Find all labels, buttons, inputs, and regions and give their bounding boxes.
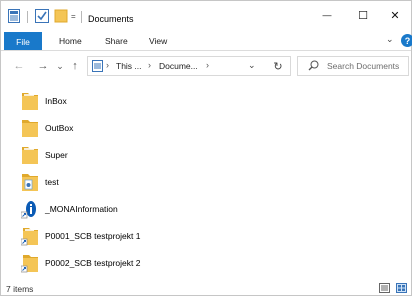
tab-file[interactable]: File xyxy=(4,32,42,51)
list-item-test[interactable]: test xyxy=(21,170,141,194)
maximize-button[interactable]: ☐ xyxy=(345,1,381,29)
ribbon-tabs: File Home Share View xyxy=(1,32,411,51)
status-item-count: 7 items xyxy=(6,284,34,294)
large-icons-view-icon[interactable] xyxy=(396,283,407,295)
navigation-bar: ← → ⌄ ↑ › This ... › Docume... › ⌄ ↻ Sea… xyxy=(1,53,411,79)
close-icon: ✕ xyxy=(390,9,400,22)
item-name: test xyxy=(45,177,59,187)
item-name: P0001_SCB testprojekt 1 xyxy=(45,231,141,241)
explorer-window: = Documents — ☐ ✕ File Home Share View ⌄… xyxy=(0,0,412,296)
checklist-icon[interactable] xyxy=(35,8,49,24)
window-title: Documents xyxy=(88,14,134,24)
address-dropdown-icon[interactable]: ⌄ xyxy=(248,60,256,71)
list-item-p0002[interactable]: P0002_SCB testprojekt 2 xyxy=(20,251,181,275)
tab-view[interactable]: View xyxy=(149,36,167,46)
folder-icon xyxy=(21,144,39,166)
back-icon[interactable]: ← xyxy=(11,57,27,75)
info-shortcut-icon xyxy=(20,198,39,220)
breadcrumb-this-pc[interactable]: This ... xyxy=(116,61,142,71)
recent-locations-icon[interactable]: ⌄ xyxy=(54,57,66,75)
list-item-super[interactable]: Super xyxy=(21,143,141,167)
folder-shortcut-icon xyxy=(20,252,39,274)
item-name: Super xyxy=(45,150,68,160)
breadcrumb-separator: › xyxy=(106,60,109,70)
toolbar-separator xyxy=(27,11,28,23)
refresh-icon[interactable]: ↻ xyxy=(269,57,287,75)
chevron-down-icon[interactable]: ⌄ xyxy=(386,34,394,45)
search-icon xyxy=(308,60,319,73)
item-name: OutBox xyxy=(45,123,74,133)
tab-share[interactable]: Share xyxy=(105,36,128,46)
breadcrumb-separator: › xyxy=(206,60,209,70)
toolbar-separator xyxy=(81,11,82,23)
ribbon-divider xyxy=(1,50,411,51)
title-bar: = Documents — ☐ ✕ xyxy=(1,1,411,29)
minimize-icon: — xyxy=(322,10,332,20)
folder-icon xyxy=(21,117,39,139)
tab-home[interactable]: Home xyxy=(59,36,82,46)
view-switcher xyxy=(379,283,407,295)
list-item-inbox[interactable]: InBox xyxy=(21,89,141,113)
help-button[interactable]: ? xyxy=(401,34,412,47)
folder-shortcut-icon xyxy=(20,225,39,247)
file-list: InBox OutBox Super test _MONAInformation… xyxy=(1,85,411,281)
list-item-p0001[interactable]: P0001_SCB testprojekt 1 xyxy=(20,224,181,248)
item-name: P0002_SCB testprojekt 2 xyxy=(45,258,141,268)
list-item-outbox[interactable]: OutBox xyxy=(21,116,141,140)
breadcrumb-separator: › xyxy=(148,60,151,70)
forward-icon[interactable]: → xyxy=(35,57,51,75)
properties-icon[interactable] xyxy=(8,8,20,24)
new-folder-icon[interactable] xyxy=(54,8,68,24)
details-view-icon[interactable] xyxy=(379,283,390,295)
list-item-monainformation[interactable]: _MONAInformation xyxy=(20,197,161,221)
breadcrumb-documents[interactable]: Docume... xyxy=(159,61,198,71)
close-button[interactable]: ✕ xyxy=(377,1,412,29)
folder-icon xyxy=(21,171,39,193)
address-bar[interactable]: › This ... › Docume... › ⌄ xyxy=(87,56,291,76)
this-pc-icon xyxy=(92,60,103,74)
search-placeholder: Search Documents xyxy=(327,61,400,71)
customize-toolbar-icon[interactable]: = xyxy=(71,8,76,24)
search-box[interactable]: Search Documents xyxy=(297,56,409,76)
maximize-icon: ☐ xyxy=(358,9,368,22)
minimize-button[interactable]: — xyxy=(309,1,345,29)
item-name: _MONAInformation xyxy=(45,204,118,214)
up-icon[interactable]: ↑ xyxy=(68,57,82,75)
folder-icon xyxy=(21,90,39,112)
item-name: InBox xyxy=(45,96,67,106)
